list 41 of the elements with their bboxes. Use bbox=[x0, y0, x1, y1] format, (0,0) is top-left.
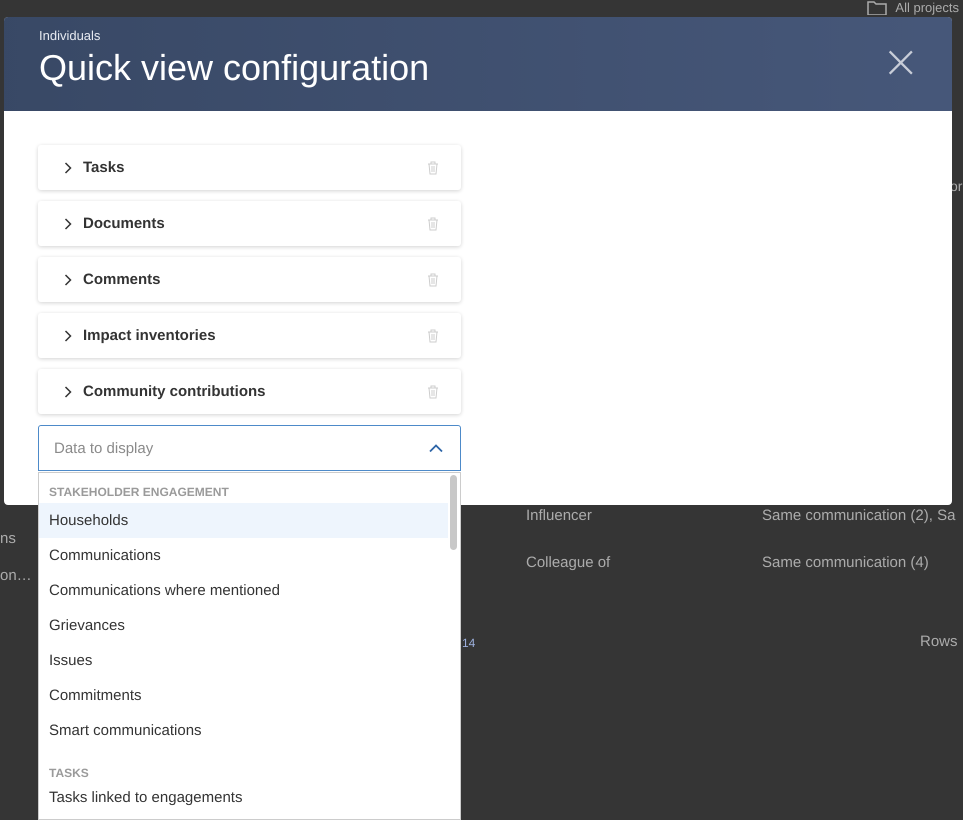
group-heading: STAKEHOLDER ENGAGEMENT bbox=[48, 484, 230, 501]
table-cell: Same communication (2), Sa bbox=[762, 507, 956, 524]
table-cell: Same communication (4) bbox=[762, 554, 929, 571]
section-panel[interactable]: Documents bbox=[38, 201, 461, 246]
dropdown-option[interactable]: Grievances bbox=[39, 608, 448, 643]
section-panel[interactable]: Tasks bbox=[38, 145, 461, 190]
trash-icon[interactable] bbox=[427, 272, 439, 286]
select-input[interactable]: Data to display bbox=[52, 438, 428, 458]
section-label: Community contributions bbox=[83, 383, 266, 400]
trash-icon[interactable] bbox=[427, 160, 439, 174]
breadcrumb-link[interactable]: All projects bbox=[867, 1, 959, 15]
page-number[interactable]: 14 bbox=[462, 636, 476, 650]
trash-icon[interactable] bbox=[427, 328, 439, 342]
dropdown-option[interactable]: Commitments bbox=[39, 678, 448, 713]
dropdown-option[interactable]: Issues bbox=[39, 643, 448, 678]
dropdown-option[interactable]: Communications where mentioned bbox=[39, 573, 448, 608]
dialog-subtitle: Individuals bbox=[39, 28, 102, 43]
dropdown-option[interactable]: Tasks linked to engagements bbox=[39, 780, 448, 815]
table-cell: Influencer bbox=[526, 507, 592, 524]
group-heading: TASKS bbox=[48, 765, 90, 780]
table-cell: Colleague of bbox=[526, 554, 610, 571]
section-label: Tasks bbox=[83, 159, 126, 176]
dropdown-option[interactable]: Communications bbox=[39, 538, 448, 573]
section-label: Impact inventories bbox=[83, 327, 217, 344]
rows-label: Rows bbox=[920, 633, 958, 650]
scrollbar-thumb[interactable] bbox=[450, 475, 457, 550]
folder-icon bbox=[867, 1, 888, 15]
close-button[interactable]: × bbox=[877, 39, 924, 83]
table-cell: on… bbox=[0, 567, 32, 584]
table-cell: ns bbox=[0, 530, 16, 547]
section-panel[interactable]: Impact inventories bbox=[38, 313, 461, 358]
section-label: Documents bbox=[83, 215, 166, 232]
data-select[interactable]: Data to display bbox=[38, 425, 461, 471]
dropdown-option[interactable]: Households bbox=[39, 503, 448, 538]
trash-icon[interactable] bbox=[427, 384, 439, 398]
trash-icon[interactable] bbox=[427, 216, 439, 230]
dropdown-option[interactable]: Smart communications bbox=[39, 713, 448, 748]
section-label: Comments bbox=[83, 271, 162, 288]
dialog-title: Quick view configuration bbox=[39, 47, 430, 89]
section-panel[interactable]: Community contributions bbox=[38, 369, 461, 414]
section-panel[interactable]: Comments bbox=[38, 257, 461, 302]
